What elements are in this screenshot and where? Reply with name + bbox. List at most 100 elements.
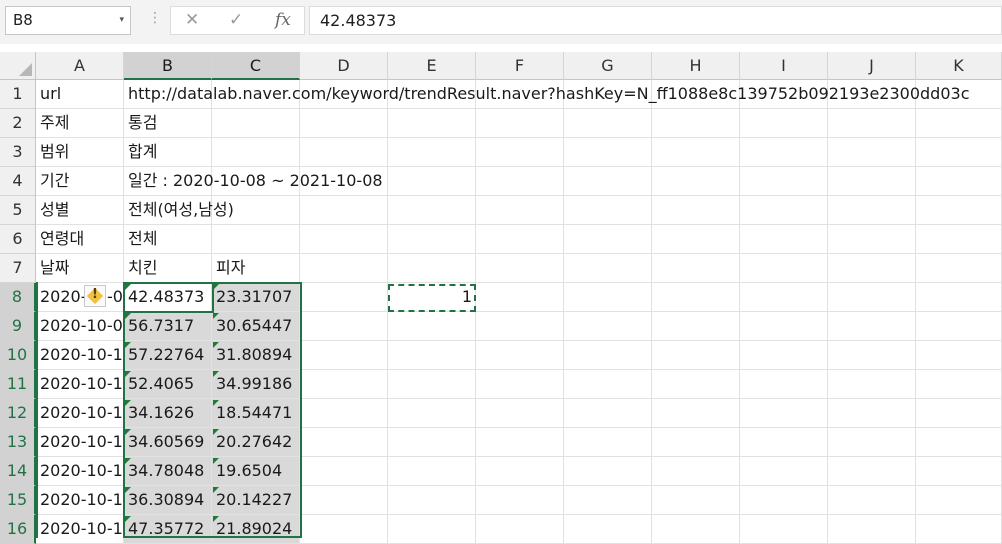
- cell-k2[interactable]: [916, 109, 1002, 138]
- cell-e15[interactable]: [388, 486, 476, 515]
- cell-i11[interactable]: [740, 370, 828, 399]
- row-header-4[interactable]: 4: [0, 167, 36, 196]
- cell-i15[interactable]: [740, 486, 828, 515]
- cell-d11[interactable]: [300, 370, 388, 399]
- cell-j7[interactable]: [828, 254, 916, 283]
- cell-j15[interactable]: [828, 486, 916, 515]
- cell-j9[interactable]: [828, 312, 916, 341]
- column-header-h[interactable]: H: [652, 52, 740, 80]
- row-header-5[interactable]: 5: [0, 196, 36, 225]
- cell-j14[interactable]: [828, 457, 916, 486]
- cell-g9[interactable]: [564, 312, 652, 341]
- cell-j10[interactable]: [828, 341, 916, 370]
- row-header-13[interactable]: 13: [0, 428, 36, 457]
- formula-input[interactable]: 42.48373: [309, 6, 1002, 35]
- cell-f11[interactable]: [476, 370, 564, 399]
- cell-j2[interactable]: [828, 109, 916, 138]
- cell-j3[interactable]: [828, 138, 916, 167]
- cell-i14[interactable]: [740, 457, 828, 486]
- cell-g2[interactable]: [564, 109, 652, 138]
- row-header-10[interactable]: 10: [0, 341, 36, 370]
- cell-f8[interactable]: [476, 283, 564, 312]
- cell-i3[interactable]: [740, 138, 828, 167]
- cell-g11[interactable]: [564, 370, 652, 399]
- cell-d15[interactable]: [300, 486, 388, 515]
- cell-h15[interactable]: [652, 486, 740, 515]
- cell-i13[interactable]: [740, 428, 828, 457]
- cell-g5[interactable]: [564, 196, 652, 225]
- cell-g4[interactable]: [564, 167, 652, 196]
- cell-i4[interactable]: [740, 167, 828, 196]
- cell-j6[interactable]: [828, 225, 916, 254]
- cell-d7[interactable]: [300, 254, 388, 283]
- cell-h11[interactable]: [652, 370, 740, 399]
- cell-j8[interactable]: [828, 283, 916, 312]
- cell-g10[interactable]: [564, 341, 652, 370]
- cell-g12[interactable]: [564, 399, 652, 428]
- cell-g7[interactable]: [564, 254, 652, 283]
- cell-e9[interactable]: [388, 312, 476, 341]
- cell-e12[interactable]: [388, 399, 476, 428]
- cell-i10[interactable]: [740, 341, 828, 370]
- cell-k15[interactable]: [916, 486, 1002, 515]
- cell-k16[interactable]: [916, 515, 1002, 544]
- cell-e14[interactable]: [388, 457, 476, 486]
- cell-e3[interactable]: [388, 138, 476, 167]
- cell-d12[interactable]: [300, 399, 388, 428]
- cell-g13[interactable]: [564, 428, 652, 457]
- cell-i9[interactable]: [740, 312, 828, 341]
- cell-f7[interactable]: [476, 254, 564, 283]
- cell-f13[interactable]: [476, 428, 564, 457]
- cell-d10[interactable]: [300, 341, 388, 370]
- cell-d13[interactable]: [300, 428, 388, 457]
- cell-h12[interactable]: [652, 399, 740, 428]
- cell-k3[interactable]: [916, 138, 1002, 167]
- cell-e5[interactable]: [388, 196, 476, 225]
- cell-f2[interactable]: [476, 109, 564, 138]
- chevron-down-icon[interactable]: ▾: [119, 7, 124, 34]
- cell-f4[interactable]: [476, 167, 564, 196]
- cell-j12[interactable]: [828, 399, 916, 428]
- column-header-i[interactable]: I: [740, 52, 828, 80]
- cell-c2[interactable]: [212, 109, 300, 138]
- column-header-e[interactable]: E: [388, 52, 476, 80]
- column-header-f[interactable]: F: [476, 52, 564, 80]
- cancel-icon[interactable]: ✕: [185, 10, 199, 30]
- cell-d14[interactable]: [300, 457, 388, 486]
- cell-i7[interactable]: [740, 254, 828, 283]
- cell-h8[interactable]: [652, 283, 740, 312]
- cell-j16[interactable]: [828, 515, 916, 544]
- cell-f12[interactable]: [476, 399, 564, 428]
- cell-f6[interactable]: [476, 225, 564, 254]
- cell-h2[interactable]: [652, 109, 740, 138]
- cell-i16[interactable]: [740, 515, 828, 544]
- row-header-8[interactable]: 8: [0, 283, 36, 312]
- cell-h6[interactable]: [652, 225, 740, 254]
- cell-f9[interactable]: [476, 312, 564, 341]
- row-header-2[interactable]: 2: [0, 109, 36, 138]
- cell-e10[interactable]: [388, 341, 476, 370]
- confirm-icon[interactable]: ✓: [229, 10, 243, 30]
- cell-k5[interactable]: [916, 196, 1002, 225]
- cell-h5[interactable]: [652, 196, 740, 225]
- cell-h16[interactable]: [652, 515, 740, 544]
- cell-j11[interactable]: [828, 370, 916, 399]
- column-header-g[interactable]: G: [564, 52, 652, 80]
- cell-g14[interactable]: [564, 457, 652, 486]
- row-header-16[interactable]: 16: [0, 515, 36, 544]
- cell-e7[interactable]: [388, 254, 476, 283]
- cell-j4[interactable]: [828, 167, 916, 196]
- column-header-d[interactable]: D: [300, 52, 388, 80]
- cell-i2[interactable]: [740, 109, 828, 138]
- cell-d6[interactable]: [300, 225, 388, 254]
- cell-d9[interactable]: [300, 312, 388, 341]
- cell-k14[interactable]: [916, 457, 1002, 486]
- name-box[interactable]: B8 ▾: [5, 6, 131, 35]
- cell-e4[interactable]: [388, 167, 476, 196]
- cell-h4[interactable]: [652, 167, 740, 196]
- cell-k8[interactable]: [916, 283, 1002, 312]
- cell-j13[interactable]: [828, 428, 916, 457]
- cell-d5[interactable]: [300, 196, 388, 225]
- cell-f3[interactable]: [476, 138, 564, 167]
- cell-f16[interactable]: [476, 515, 564, 544]
